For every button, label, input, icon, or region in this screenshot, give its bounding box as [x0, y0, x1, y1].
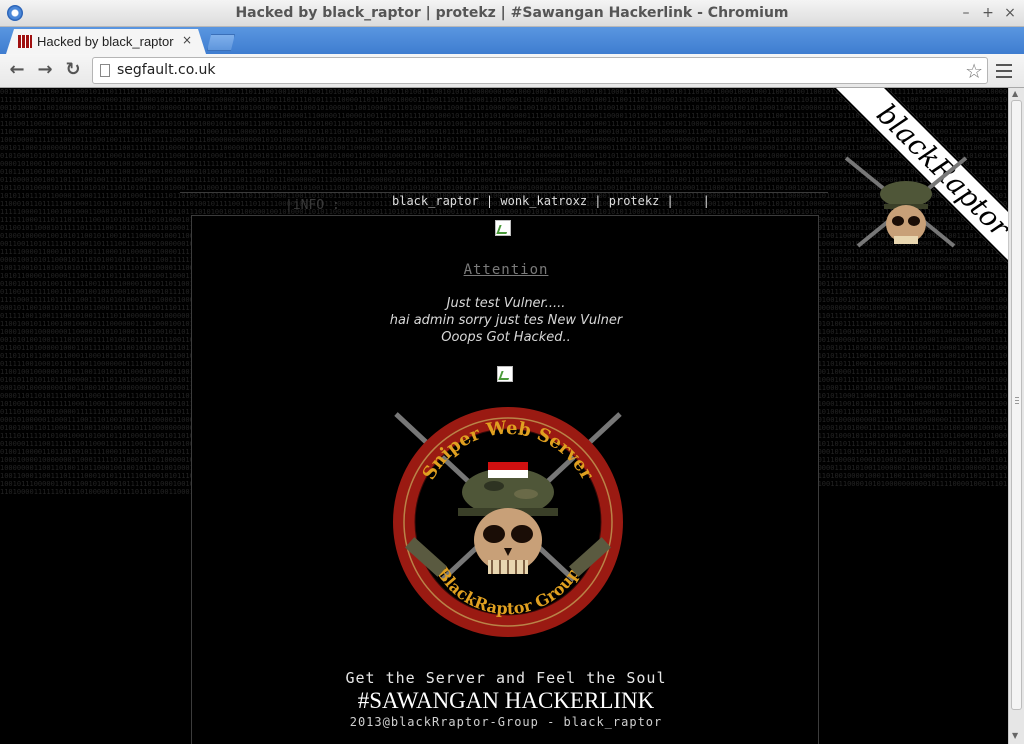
- tab-title: Hacked by black_raptor | protekz: [37, 34, 177, 49]
- message-line: Just test Vulner.....: [446, 296, 566, 311]
- scroll-thumb[interactable]: [1011, 100, 1022, 710]
- minimize-button[interactable]: –: [956, 3, 976, 23]
- tab-close-icon[interactable]: ×: [182, 33, 192, 47]
- reload-button[interactable]: ↻: [62, 59, 84, 81]
- new-tab-button[interactable]: [207, 34, 235, 51]
- scroll-up-icon[interactable]: ▲: [1012, 89, 1018, 98]
- vertical-scrollbar[interactable]: ▲ ▼: [1008, 88, 1024, 744]
- forward-button[interactable]: →: [34, 59, 56, 81]
- url-text[interactable]: segfault.co.uk: [117, 62, 215, 78]
- favicon-icon: [18, 35, 32, 48]
- address-bar[interactable]: segfault.co.uk ☆: [92, 57, 988, 84]
- browser-toolbar: ← → ↻ segfault.co.uk ☆: [0, 54, 1024, 88]
- broken-image-icon: [497, 366, 513, 382]
- footer-title: #SAWANGAN HACKERLINK: [357, 688, 655, 713]
- broken-image-icon: [495, 220, 511, 236]
- bookmark-star-icon[interactable]: ☆: [965, 59, 983, 83]
- main-panel: Attention Just test Vulner..... hai admi…: [191, 215, 819, 744]
- message-line: hai admin sorry just tes New Vulner: [389, 313, 623, 328]
- footer-credit: 2013@blackRraptor-Group - black_raptor: [349, 715, 663, 729]
- attention-heading: Attention: [463, 262, 549, 278]
- window-title: Hacked by black_raptor | protekz | #Sawa…: [235, 5, 789, 21]
- browser-tab[interactable]: Hacked by black_raptor | protekz ×: [6, 29, 206, 54]
- page-icon: [100, 64, 110, 77]
- page-viewport: 0011000111110011110001011101111011100001…: [0, 88, 1008, 744]
- maximize-button[interactable]: +: [978, 3, 998, 23]
- info-label: |iNFO :: [285, 198, 340, 213]
- menu-icon[interactable]: [996, 60, 1014, 80]
- footer-tagline: Get the Server and Feel the Soul: [345, 669, 667, 687]
- group-logo: Sniper Web Server BlackRaptor Group: [393, 407, 623, 637]
- tab-strip: Hacked by black_raptor | protekz ×: [0, 27, 1024, 54]
- back-button[interactable]: ←: [6, 59, 28, 81]
- message-line: Ooops Got Hacked..: [441, 330, 571, 345]
- close-window-button[interactable]: ×: [1000, 3, 1020, 23]
- nav-links: black_raptor | wonk_katroxz | protekz | …: [392, 194, 710, 208]
- skull-icon: [458, 462, 558, 574]
- title-bar: Hacked by black_raptor | protekz | #Sawa…: [0, 0, 1024, 27]
- corner-skull-icon: [844, 156, 968, 248]
- scroll-down-icon[interactable]: ▼: [1012, 731, 1018, 740]
- divider: [180, 192, 828, 193]
